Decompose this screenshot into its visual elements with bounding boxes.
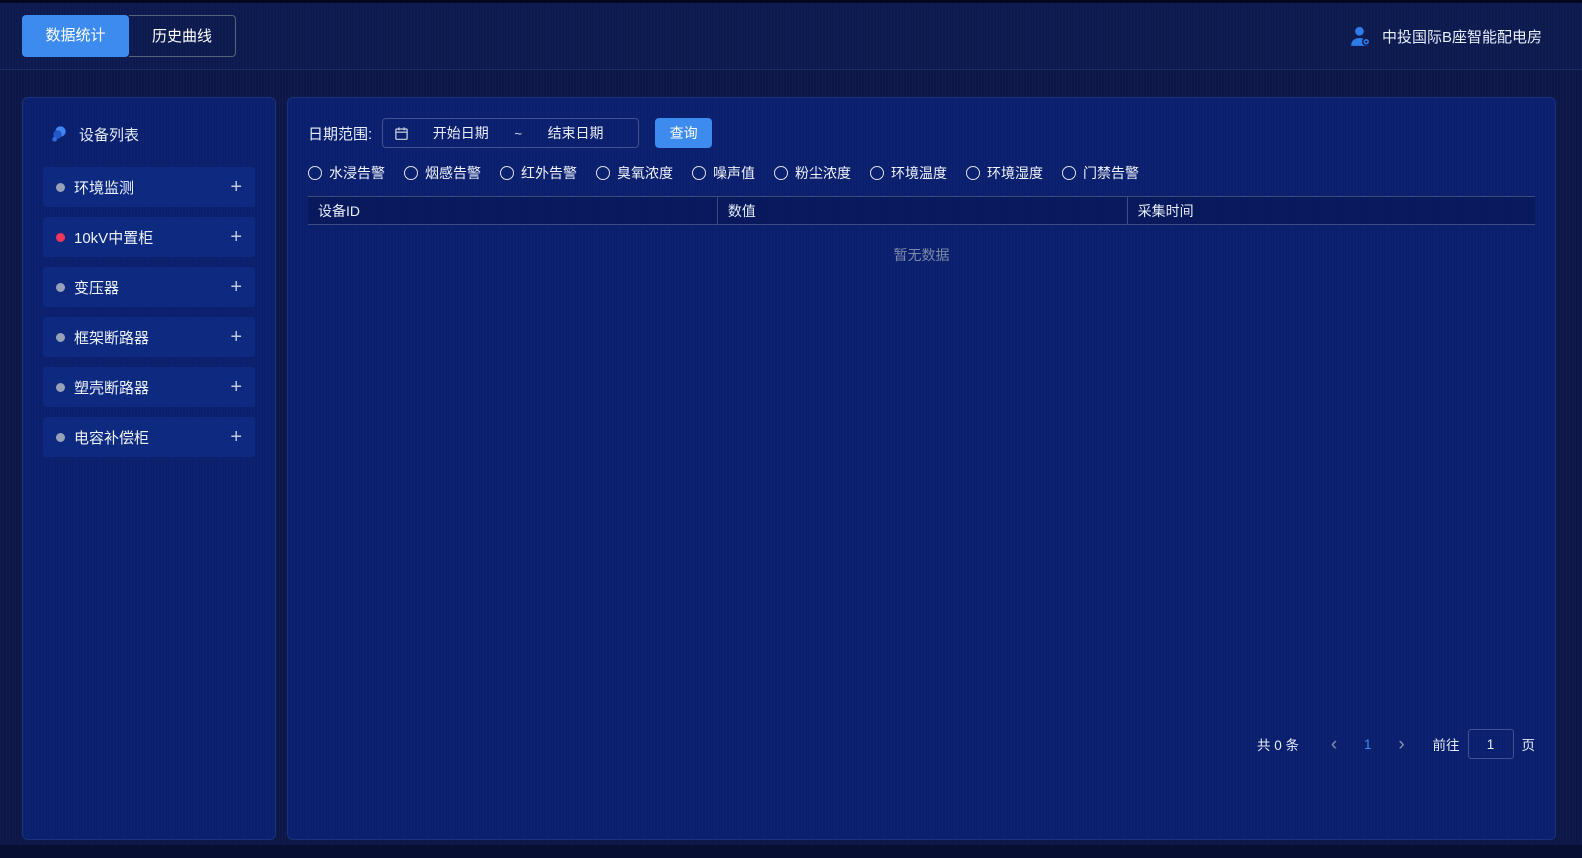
radio-ambient-temperature[interactable]: 环境温度 [870,163,947,183]
radio-circle-icon[interactable] [308,166,322,180]
sidebar-item-label: 电容补偿柜 [74,429,150,447]
device-list-icon [49,125,68,144]
radio-water-alarm[interactable]: 水浸告警 [308,163,385,183]
view-tabs: 数据统计 历史曲线 [22,15,236,57]
sidebar-item-label: 塑壳断路器 [74,379,150,397]
radio-circle-icon[interactable] [870,166,884,180]
table-empty-state: 暂无数据 [308,225,1535,285]
device-list-header: 设备列表 [49,124,255,145]
sidebar-item-env-monitor[interactable]: 环境监测 + [43,167,255,207]
sidebar-item-10kv-cabinet[interactable]: 10kV中置柜 + [43,217,255,257]
sidebar-item-frame-breaker[interactable]: 框架断路器 + [43,317,255,357]
radio-circle-icon[interactable] [966,166,980,180]
tab-history-curve[interactable]: 历史曲线 [129,15,236,57]
footer-strip [0,844,1582,858]
status-dot [56,382,65,392]
range-separator: ~ [514,125,522,141]
next-page-icon[interactable]: › [1389,735,1415,754]
radio-smoke-alarm[interactable]: 烟感告警 [404,163,481,183]
expand-plus-icon[interactable]: + [230,327,242,347]
expand-plus-icon[interactable]: + [230,227,242,247]
table-header-row: 设备ID 数值 采集时间 [308,196,1535,225]
expand-plus-icon[interactable]: + [230,177,242,197]
sidebar-item-label: 变压器 [74,279,120,297]
metric-radio-group: 水浸告警 烟感告警 红外告警 臭氧浓度 噪声值 粉尘浓度 环境温度 环境湿度 门… [308,163,1535,183]
goto-page-input[interactable] [1467,729,1514,759]
page-unit-label: 页 [1521,738,1536,753]
date-range-label: 日期范围: [308,125,373,143]
main-panel: 日期范围: 开始日期 ~ 结束日期 查询 水浸告警 烟感告警 红外告警 臭氧浓度… [287,97,1556,840]
prev-page-icon[interactable]: ‹ [1321,735,1347,754]
goto-page-group: 前往 页 [1432,729,1536,759]
radio-ambient-humidity[interactable]: 环境湿度 [966,163,1043,183]
expand-plus-icon[interactable]: + [230,277,242,297]
empty-text: 暂无数据 [893,247,950,263]
date-range-picker[interactable]: 开始日期 ~ 结束日期 [382,118,640,148]
goto-label: 前往 [1432,738,1460,753]
start-date-field[interactable]: 开始日期 [409,123,512,143]
query-button[interactable]: 查询 [655,118,713,148]
radio-circle-icon[interactable] [692,166,706,180]
status-dot [56,282,65,292]
radio-circle-icon[interactable] [596,166,610,180]
device-list-panel: 设备列表 环境监测 + 10kV中置柜 + 变压器 + 框架断路器 + 塑壳断路… [22,97,276,840]
radio-dust-concentration[interactable]: 粉尘浓度 [774,163,851,183]
radio-circle-icon[interactable] [774,166,788,180]
expand-plus-icon[interactable]: + [230,377,242,397]
tab-data-statistics[interactable]: 数据统计 [22,15,129,57]
sidebar-item-molded-case-breaker[interactable]: 塑壳断路器 + [43,367,255,407]
status-dot [56,332,65,342]
pagination: 共 0 条 ‹ 1 › 前往 页 [1257,729,1535,759]
total-count: 共 0 条 [1256,738,1299,753]
header-bar: 数据统计 历史曲线 中投国际B座智能配电房 [0,3,1582,70]
column-header-value: 数值 [718,197,1128,224]
sidebar-item-label: 框架断路器 [74,329,150,347]
radio-ozone-concentration[interactable]: 臭氧浓度 [596,163,673,183]
data-table: 设备ID 数值 采集时间 暂无数据 [308,196,1535,285]
radio-circle-icon[interactable] [404,166,418,180]
sidebar-item-capacitor-bank[interactable]: 电容补偿柜 + [43,417,255,457]
sidebar-item-transformer[interactable]: 变压器 + [43,267,255,307]
sidebar-item-label: 环境监测 [74,179,135,197]
station-info: 中投国际B座智能配电房 [1348,24,1542,49]
sidebar-item-label: 10kV中置柜 [74,229,154,247]
radio-circle-icon[interactable] [1062,166,1076,180]
radio-noise-value[interactable]: 噪声值 [692,163,755,183]
end-date-field[interactable]: 结束日期 [524,123,627,143]
radio-door-alarm[interactable]: 门禁告警 [1062,163,1139,183]
column-header-collect-time: 采集时间 [1137,202,1194,219]
page-number-current[interactable]: 1 [1347,737,1389,752]
status-dot [56,182,65,192]
column-header-device-id: 设备ID [308,197,718,224]
radio-infrared-alarm[interactable]: 红外告警 [500,163,577,183]
device-list-title: 设备列表 [79,127,140,144]
status-dot [56,432,65,442]
user-icon [1348,24,1373,49]
station-name: 中投国际B座智能配电房 [1381,28,1542,46]
date-filter-row: 日期范围: 开始日期 ~ 结束日期 查询 [308,118,1535,148]
expand-plus-icon[interactable]: + [230,427,242,447]
calendar-icon [394,126,409,141]
radio-circle-icon[interactable] [500,166,514,180]
status-dot [56,232,65,242]
